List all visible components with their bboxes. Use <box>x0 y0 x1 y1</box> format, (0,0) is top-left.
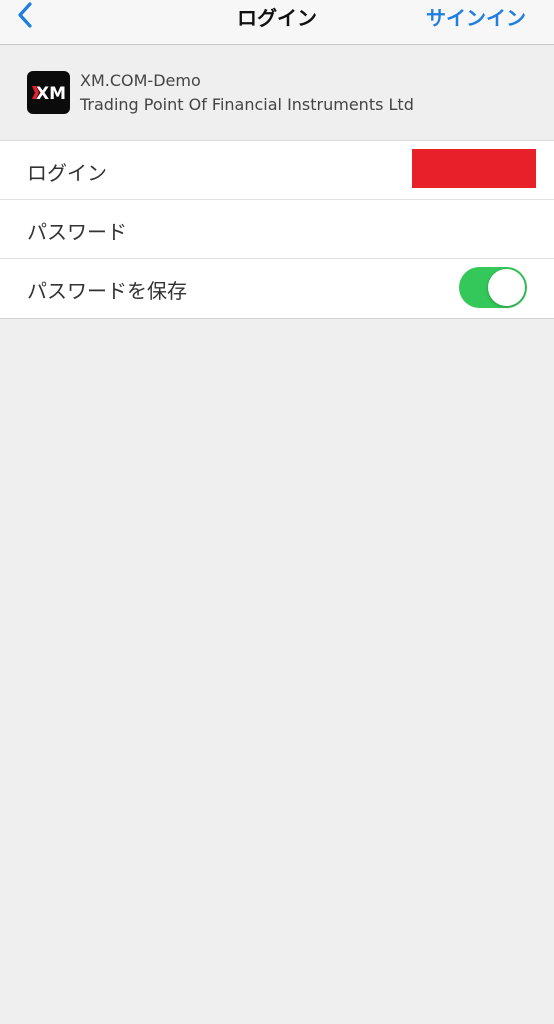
login-field-redacted[interactable] <box>412 149 536 188</box>
xm-logo-icon: XM <box>27 71 70 114</box>
save-password-label: パスワードを保存 <box>27 279 187 303</box>
svg-text:XM: XM <box>36 84 66 104</box>
sign-in-button[interactable]: サインイン <box>426 2 526 31</box>
navigation-bar: ログイン サインイン <box>0 0 554 45</box>
toggle-knob <box>488 269 525 306</box>
password-label: パスワード <box>27 220 127 244</box>
login-row[interactable]: ログイン <box>0 141 554 200</box>
password-field[interactable] <box>220 210 540 250</box>
server-info[interactable]: XM XM.COM-Demo Trading Point Of Financia… <box>0 45 554 141</box>
server-name: XM.COM-Demo <box>80 71 201 90</box>
password-row[interactable]: パスワード <box>0 200 554 259</box>
login-form: ログイン パスワード パスワードを保存 <box>0 141 554 319</box>
server-company: Trading Point Of Financial Instruments L… <box>80 95 414 114</box>
save-password-toggle[interactable] <box>459 267 527 308</box>
save-password-row: パスワードを保存 <box>0 259 554 318</box>
login-label: ログイン <box>27 161 107 185</box>
